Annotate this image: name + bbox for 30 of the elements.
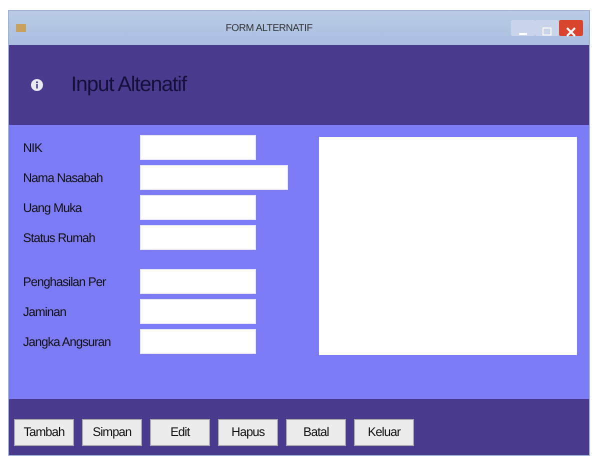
form-heading: Input Altenatif [71,72,186,98]
close-icon [566,26,576,37]
input-field[interactable] [140,299,256,324]
field-label: Jangka Angsuran [23,334,112,349]
close-button[interactable] [559,20,583,36]
minimize-button[interactable] [511,20,535,36]
action-button[interactable]: Keluar [354,419,414,446]
input-field[interactable] [140,329,256,354]
action-button[interactable]: Tambah [14,419,74,446]
input-field[interactable] [140,165,288,190]
app-icon [15,22,27,34]
action-button[interactable]: Edit [150,419,210,446]
field-label: NIK [23,140,44,155]
minimize-icon [519,32,527,35]
action-button[interactable]: Batal [286,419,346,446]
window-title: FORM ALTERNATIF [224,22,314,36]
input-field[interactable] [140,135,256,160]
maximize-icon [542,27,552,36]
info-icon [31,79,43,91]
action-button[interactable]: Simpan [82,419,142,446]
field-label: Uang Muka [23,200,84,215]
input-field[interactable] [140,269,256,294]
list-box[interactable] [318,137,577,355]
action-button[interactable]: Hapus [218,419,278,446]
field-label: Penghasilan Per [23,274,108,289]
field-label: Status Rumah [23,230,96,245]
input-field[interactable] [140,225,256,250]
input-field[interactable] [140,195,256,220]
field-label: Nama Nasabah [23,170,104,185]
field-label: Jaminan [23,304,68,319]
